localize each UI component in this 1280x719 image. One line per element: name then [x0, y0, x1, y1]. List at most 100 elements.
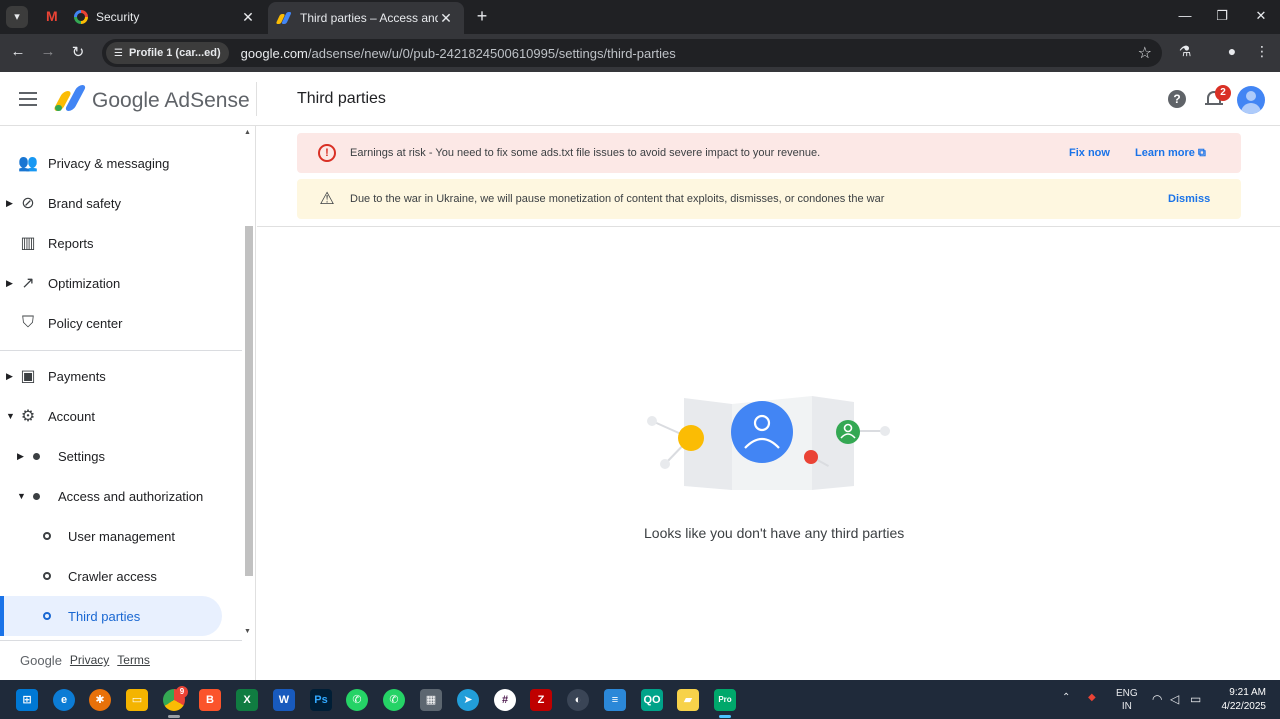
- dismiss-button[interactable]: Dismiss: [1168, 193, 1210, 205]
- address-bar[interactable]: ☰ Profile 1 (car...ed) google.com/adsens…: [102, 39, 1162, 67]
- sidebar-item-user-management[interactable]: User management: [0, 516, 242, 556]
- telegram-icon[interactable]: ➤: [457, 689, 479, 711]
- payments-icon: ▣: [20, 368, 36, 385]
- active-indicator: [719, 715, 731, 718]
- collapse-caret-icon[interactable]: ▼: [17, 491, 26, 501]
- sidebar-item-privacy-messaging[interactable]: 👥 Privacy & messaging: [0, 143, 242, 183]
- sidebar-item-brand-safety[interactable]: ▶ ⊘ Brand safety: [0, 183, 242, 223]
- trending-icon: ↗: [21, 275, 35, 292]
- maximize-icon[interactable]: ❐: [1212, 8, 1232, 24]
- clock-time: 9:21 AM: [1229, 687, 1266, 698]
- slack-icon[interactable]: #: [494, 689, 516, 711]
- whatsapp-icon[interactable]: ✆: [346, 689, 368, 711]
- system-clock[interactable]: 9:21 AM 4/22/2025: [1210, 686, 1267, 714]
- hamburger-menu-icon[interactable]: [19, 92, 37, 106]
- calculator-icon[interactable]: ▦: [420, 689, 442, 711]
- expand-caret-icon[interactable]: ▶: [6, 371, 13, 382]
- volume-icon[interactable]: ◁: [1170, 692, 1179, 706]
- fix-now-button[interactable]: Fix now: [1069, 147, 1110, 159]
- profile-icon[interactable]: ●: [1222, 43, 1242, 59]
- region-code: IN: [1121, 701, 1132, 712]
- excel-icon[interactable]: X: [236, 689, 258, 711]
- edge-icon[interactable]: e: [53, 689, 75, 711]
- sidebar-item-settings[interactable]: ▶ Settings: [0, 436, 242, 476]
- yellow-dot: [678, 425, 704, 451]
- scroll-down-arrow-icon[interactable]: ▼: [244, 628, 251, 635]
- empty-state-illustration: [647, 396, 890, 490]
- back-icon[interactable]: ←: [8, 43, 28, 60]
- labs-flask-icon[interactable]: ⚗: [1175, 43, 1195, 60]
- profile-chip[interactable]: ☰ Profile 1 (car...ed): [106, 42, 229, 64]
- sidebar-divider: [0, 640, 242, 641]
- bug-app-icon[interactable]: ✱: [89, 689, 111, 711]
- minimize-icon[interactable]: —: [1175, 8, 1195, 23]
- notification-count-badge: 2: [1215, 85, 1231, 101]
- tray-chevron-icon[interactable]: ⌃: [1062, 692, 1070, 703]
- collapse-caret-icon[interactable]: ▼: [6, 411, 15, 421]
- whatsapp-business-icon[interactable]: ✆: [383, 689, 405, 711]
- site-info-icon[interactable]: ☰: [114, 48, 123, 59]
- forward-icon[interactable]: →: [38, 43, 58, 60]
- terms-link[interactable]: Terms: [117, 653, 150, 668]
- brave-icon[interactable]: B: [199, 689, 221, 711]
- wifi-icon[interactable]: ◠: [1152, 692, 1162, 706]
- tab-close-icon[interactable]: ✕: [240, 9, 256, 26]
- sidebar-item-reports[interactable]: ▥ Reports: [0, 223, 242, 263]
- privacy-link[interactable]: Privacy: [70, 653, 109, 668]
- browser-tab-third-parties[interactable]: Third parties – Access and auth ✕: [268, 2, 464, 34]
- obs-icon[interactable]: ◐: [567, 689, 589, 711]
- sticky-notes-icon[interactable]: ▰: [677, 689, 699, 711]
- chrome-badge: 9: [176, 686, 188, 698]
- filezilla-icon[interactable]: Z: [530, 689, 552, 711]
- more-menu-icon[interactable]: ⋮: [1252, 43, 1272, 60]
- expand-caret-icon[interactable]: ▶: [6, 278, 13, 289]
- url-text[interactable]: google.com/adsense/new/u/0/pub-242182450…: [241, 46, 1138, 61]
- warning-icon: ⚠: [319, 189, 335, 208]
- sidebar-item-account[interactable]: ▼ ⚙ Account: [0, 396, 242, 436]
- scroll-thumb[interactable]: [245, 226, 253, 576]
- bullet-icon: [33, 452, 40, 460]
- tab-search-button[interactable]: ▾: [6, 6, 28, 28]
- word-icon[interactable]: W: [273, 689, 295, 711]
- help-icon[interactable]: ?: [1168, 90, 1186, 108]
- tray-app-icon[interactable]: ◆: [1088, 692, 1096, 703]
- sidebar-item-crawler-access[interactable]: Crawler access: [0, 556, 242, 596]
- scroll-up-arrow-icon[interactable]: ▲: [244, 129, 251, 136]
- new-tab-button[interactable]: +: [472, 6, 492, 27]
- notepad-icon[interactable]: ≡: [604, 689, 626, 711]
- adsense-favicon-icon: [278, 12, 292, 24]
- browser-tab-security[interactable]: Security ✕: [36, 0, 266, 34]
- sidebar-item-policy-center[interactable]: ⛉ Policy center: [0, 303, 242, 343]
- sidebar-item-optimization[interactable]: ▶ ↗ Optimization: [0, 263, 242, 303]
- gmail-icon: [46, 8, 62, 24]
- bookmark-star-icon[interactable]: ☆: [1138, 43, 1152, 63]
- windows-start-icon[interactable]: ⊞: [16, 689, 38, 711]
- expand-caret-icon[interactable]: ▶: [17, 451, 24, 462]
- window-close-icon[interactable]: ✕: [1251, 8, 1271, 24]
- running-indicator: [168, 715, 180, 718]
- file-explorer-icon[interactable]: ▭: [126, 689, 148, 711]
- browser-tab-strip: ▾ Security ✕ Third parties – Access and …: [0, 0, 1280, 34]
- sidebar-item-third-parties[interactable]: Third parties: [0, 596, 222, 636]
- sidebar-scrollbar[interactable]: ▲ ▼: [243, 126, 255, 641]
- tab-close-icon[interactable]: ✕: [438, 10, 454, 27]
- product-name: Google AdSense: [92, 89, 250, 112]
- sidebar-item-label: Privacy & messaging: [48, 155, 170, 171]
- battery-icon[interactable]: ▭: [1190, 692, 1201, 706]
- app-header: Google AdSense Third parties ?: [0, 72, 1280, 126]
- profile-app-icon[interactable]: Pro: [714, 689, 736, 711]
- reload-icon[interactable]: ↻: [68, 43, 88, 61]
- sidebar-item-access-authorization[interactable]: ▼ Access and authorization: [0, 476, 242, 516]
- adsense-logo-icon: [52, 85, 87, 111]
- account-avatar[interactable]: [1237, 86, 1265, 114]
- photoshop-icon[interactable]: Ps: [310, 689, 332, 711]
- learn-more-link[interactable]: Learn more ⧉: [1135, 147, 1206, 160]
- expand-caret-icon[interactable]: ▶: [6, 198, 13, 209]
- shield-icon: ⛉: [21, 314, 34, 331]
- sidebar: 👥 Privacy & messaging ▶ ⊘ Brand safety ▥…: [0, 126, 256, 680]
- language-indicator[interactable]: ENG IN: [1116, 687, 1138, 713]
- error-icon: !: [318, 144, 336, 162]
- app-qo-icon[interactable]: QO: [641, 689, 663, 711]
- blue-person-icon: [731, 401, 793, 463]
- sidebar-item-payments[interactable]: ▶ ▣ Payments: [0, 356, 242, 396]
